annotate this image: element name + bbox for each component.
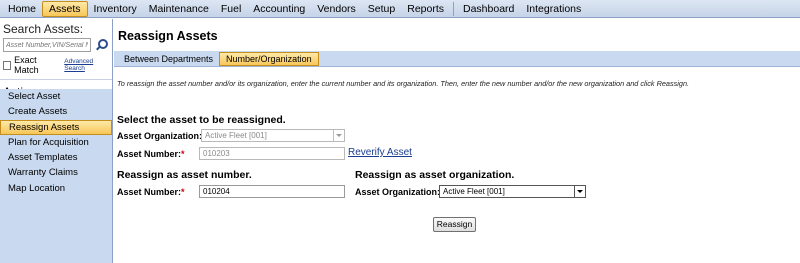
nav-assets[interactable]: Assets (42, 0, 88, 17)
nav-accounting[interactable]: Accounting (247, 1, 311, 17)
nav-dashboard[interactable]: Dashboard (457, 1, 520, 17)
required-marker: * (181, 149, 185, 159)
sidebar: Search Assets: Exact Match Advanced Sear… (0, 19, 113, 263)
tab-number-organization[interactable]: Number/Organization (219, 51, 319, 66)
tab-between-departments[interactable]: Between Departments (118, 52, 219, 66)
action-plan-for-acquisition[interactable]: Plan for Acquisition (0, 135, 112, 150)
action-map-location[interactable]: Map Location (0, 181, 112, 196)
exact-match-label: Exact Match (14, 55, 39, 75)
nav-separator (453, 1, 454, 16)
new-org-value: Active Fleet [001] (443, 187, 505, 196)
new-org-select[interactable]: Active Fleet [001] (439, 185, 586, 198)
current-org-label: Asset Organization:* (117, 131, 206, 141)
chevron-down-icon[interactable] (574, 186, 585, 197)
sub-tabs: Between Departments Number/Organization (114, 51, 800, 67)
current-org-value: Active Fleet [001] (205, 131, 267, 140)
nav-fuel[interactable]: Fuel (215, 1, 247, 17)
current-number-field: 010203 (199, 147, 345, 160)
new-number-input[interactable]: 010204 (199, 185, 345, 198)
new-number-heading: Reassign as asset number. (117, 169, 252, 181)
exact-match-row: Exact Match Advanced Search (0, 52, 112, 75)
action-reassign-assets[interactable]: Reassign Assets (0, 119, 112, 135)
nav-integrations[interactable]: Integrations (520, 1, 587, 17)
new-org-heading: Reassign as asset organization. (355, 169, 515, 181)
nav-reports[interactable]: Reports (401, 1, 450, 17)
nav-vendors[interactable]: Vendors (311, 1, 362, 17)
new-number-label: Asset Number:* (117, 187, 185, 197)
page-title: Reassign Assets (118, 29, 218, 43)
chevron-down-icon (333, 130, 344, 141)
current-number-label-text: Asset Number: (117, 149, 182, 159)
new-org-label: Asset Organization:* (355, 187, 444, 197)
current-org-label-text: Asset Organization: (117, 131, 203, 141)
action-select-asset[interactable]: Select Asset (0, 89, 112, 104)
actions-list: Select Asset Create Assets Reassign Asse… (0, 89, 112, 263)
new-number-label-text: Asset Number: (117, 187, 182, 197)
action-warranty-claims[interactable]: Warranty Claims (0, 165, 112, 180)
top-navigation-bar: Home Assets Inventory Maintenance Fuel A… (0, 0, 800, 18)
required-marker: * (181, 187, 185, 197)
search-icon[interactable] (95, 39, 108, 51)
asset-search-input[interactable] (3, 38, 91, 52)
nav-home[interactable]: Home (2, 1, 42, 17)
search-assets-title: Search Assets: (3, 22, 84, 36)
exact-match-checkbox[interactable] (3, 60, 12, 70)
current-org-select: Active Fleet [001] (201, 129, 345, 142)
current-number-label: Asset Number:* (117, 149, 185, 159)
new-org-label-text: Asset Organization: (355, 187, 441, 197)
nav-setup[interactable]: Setup (362, 1, 401, 17)
advanced-search-link[interactable]: Advanced Search (64, 58, 109, 72)
action-create-assets[interactable]: Create Assets (0, 104, 112, 119)
main-content: Reassign Assets Between Departments Numb… (114, 19, 800, 263)
reverify-asset-link[interactable]: Reverify Asset (348, 147, 412, 158)
select-asset-heading: Select the asset to be reassigned. (117, 114, 286, 126)
nav-inventory[interactable]: Inventory (88, 1, 143, 17)
nav-maintenance[interactable]: Maintenance (143, 1, 215, 17)
search-row (0, 36, 112, 52)
instructions-text: To reassign the asset number and/or its … (117, 79, 690, 88)
action-asset-templates[interactable]: Asset Templates (0, 150, 112, 165)
reassign-button[interactable]: Reassign (433, 217, 476, 232)
